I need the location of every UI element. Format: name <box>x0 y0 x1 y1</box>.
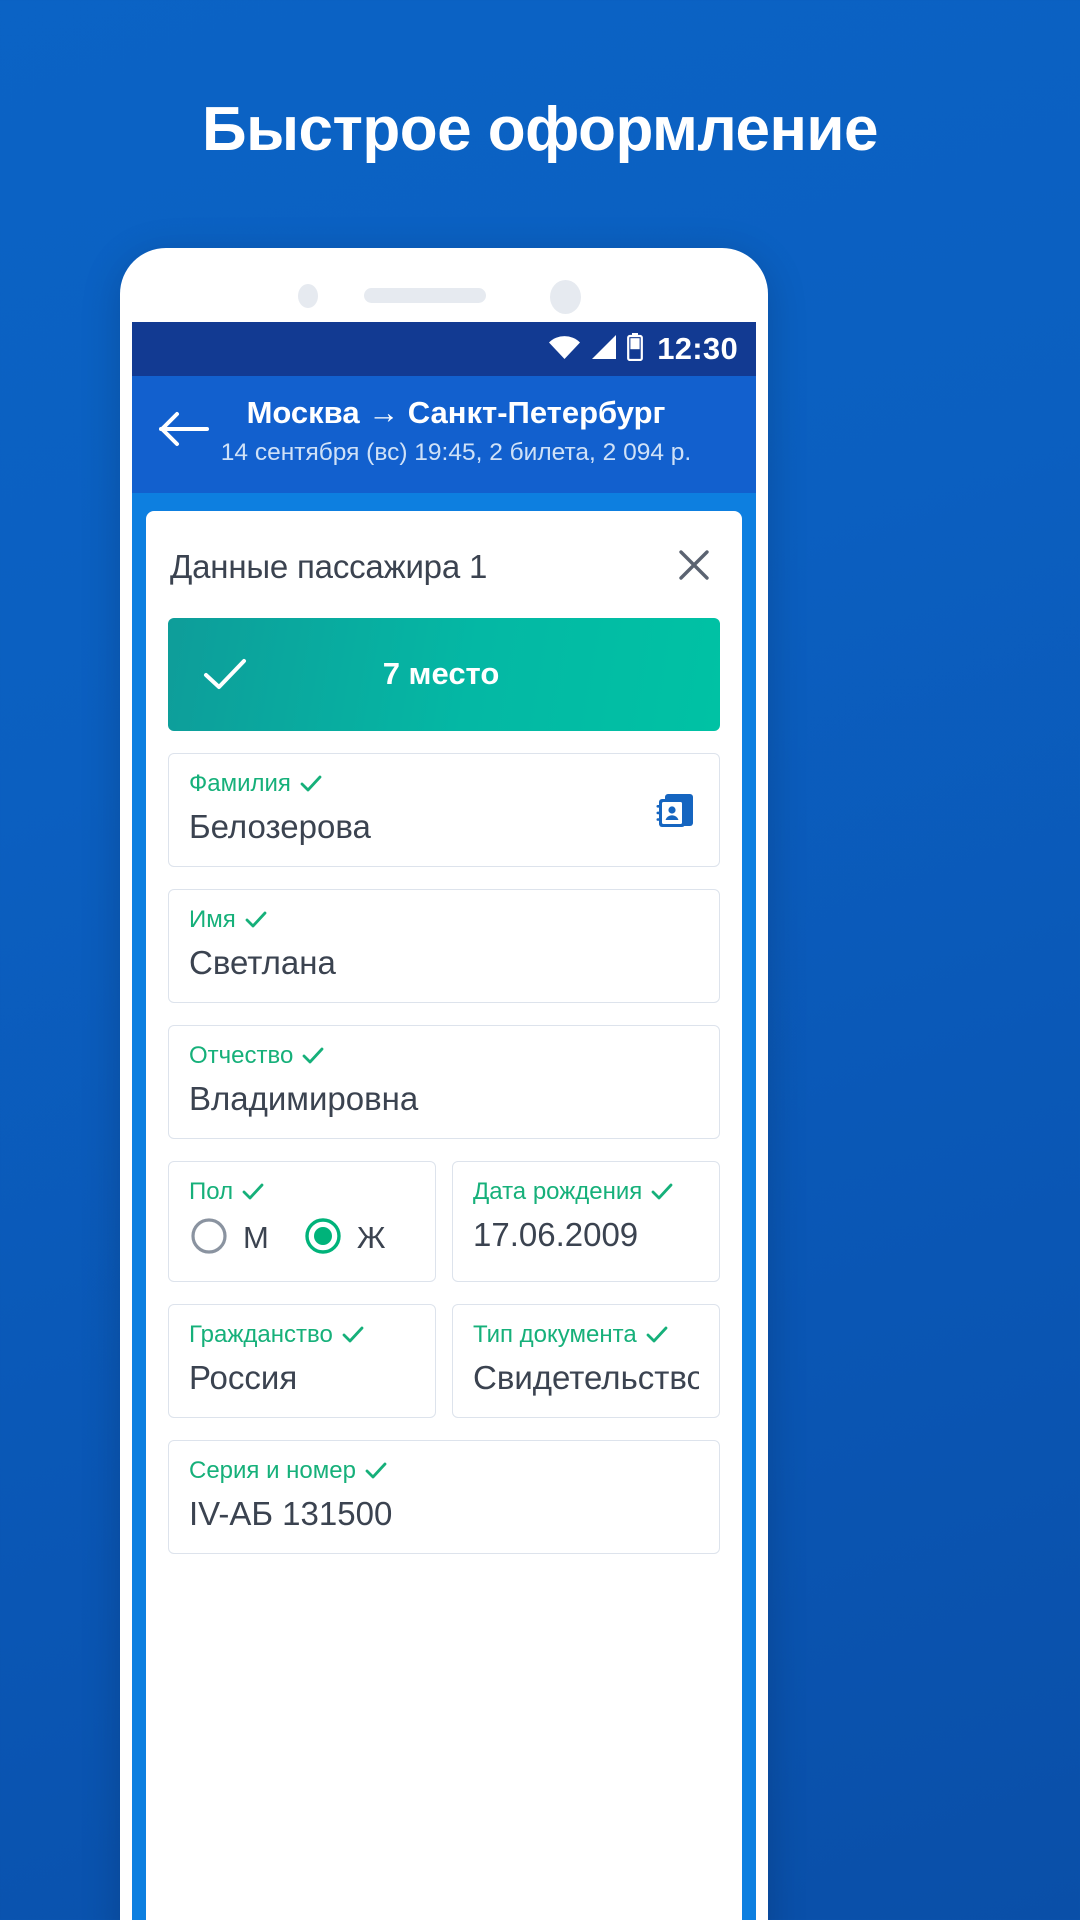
gender-field[interactable]: Пол М Ж <box>168 1160 436 1282</box>
document-type-label-row: Тип документа <box>473 1321 699 1349</box>
phone-notch <box>120 248 768 322</box>
gender-label: Пол <box>189 1177 234 1205</box>
front-camera-icon <box>550 280 581 314</box>
seat-button[interactable]: 7 место <box>168 617 720 731</box>
front-sensor-icon <box>298 284 318 308</box>
citizenship-value: Россия <box>189 1358 298 1396</box>
earpiece-speaker <box>364 288 486 303</box>
document-number-label-row: Серия и номер <box>189 1457 699 1485</box>
firstname-label-row: Имя <box>189 906 699 934</box>
surname-label-row: Фамилия <box>189 770 699 798</box>
status-bar-icons <box>548 332 644 366</box>
check-icon <box>302 1047 324 1065</box>
check-icon <box>202 656 248 692</box>
close-button[interactable] <box>670 541 718 594</box>
firstname-value: Светлана <box>189 943 336 981</box>
gender-option-female-label: Ж <box>356 1220 386 1256</box>
passenger-card: Данные пассажира 1 7 место Фамилия Белоз… <box>146 510 742 1920</box>
document-number-value: IV-АБ 131500 <box>189 1494 393 1532</box>
document-type-value: Свидетельство… <box>473 1358 699 1396</box>
check-icon <box>646 1326 668 1344</box>
radio-unchecked-icon <box>189 1216 229 1261</box>
back-button[interactable] <box>152 409 216 454</box>
gender-option-male[interactable]: М <box>189 1216 269 1261</box>
patronymic-field[interactable]: Отчество Владимировна <box>168 1024 720 1139</box>
citizenship-label: Гражданство <box>189 1320 333 1348</box>
seat-button-label: 7 место <box>382 656 500 692</box>
check-icon <box>365 1462 387 1480</box>
document-type-field[interactable]: Тип документа Свидетельство… <box>452 1303 720 1418</box>
battery-icon <box>627 332 644 366</box>
radio-checked-icon <box>303 1216 343 1261</box>
card-title: Данные пассажира 1 <box>170 548 488 586</box>
page-title: Быстрое оформление <box>202 95 879 164</box>
birthdate-field[interactable]: Дата рождения 17.06.2009 <box>452 1160 720 1282</box>
app-bar-titles: Москва → Санкт-Петербург 14 сентября (вс… <box>216 394 736 469</box>
signal-icon <box>590 334 618 365</box>
close-icon <box>674 545 714 590</box>
check-icon <box>342 1326 364 1344</box>
patronymic-label-row: Отчество <box>189 1042 699 1070</box>
phone-screen: 12:30 Москва → Санкт-Петербург 14 сентяб… <box>132 322 756 1920</box>
status-bar-time: 12:30 <box>657 331 738 366</box>
contacts-book-icon[interactable] <box>651 786 699 834</box>
firstname-label: Имя <box>189 905 236 933</box>
gender-radio-group: М Ж <box>189 1216 415 1261</box>
surname-field[interactable]: Фамилия Белозерова <box>168 752 720 867</box>
birthdate-label-row: Дата рождения <box>473 1178 699 1206</box>
document-number-field[interactable]: Серия и номер IV-АБ 131500 <box>168 1439 720 1554</box>
check-icon <box>300 775 322 793</box>
patronymic-label: Отчество <box>189 1041 294 1069</box>
app-bar: Москва → Санкт-Петербург 14 сентября (вс… <box>132 376 756 493</box>
check-icon <box>651 1183 673 1201</box>
gender-option-female[interactable]: Ж <box>303 1216 386 1261</box>
document-number-label: Серия и номер <box>189 1456 356 1484</box>
birthdate-label: Дата рождения <box>473 1177 643 1205</box>
surname-value: Белозерова <box>189 807 371 845</box>
route-subtitle: 14 сентября (вс) 19:45, 2 билета, 2 094 … <box>220 438 692 466</box>
gender-birthdate-row: Пол М Ж Дата рождения 17.06.2009 <box>168 1139 720 1282</box>
check-icon <box>245 911 267 929</box>
phone-mockup: 12:30 Москва → Санкт-Петербург 14 сентяб… <box>120 248 768 1920</box>
gender-label-row: Пол <box>189 1178 415 1206</box>
route-title: Москва → Санкт-Петербург <box>246 395 666 430</box>
birthdate-value: 17.06.2009 <box>473 1215 639 1253</box>
gender-option-male-label: М <box>243 1220 269 1256</box>
citizenship-label-row: Гражданство <box>189 1321 415 1349</box>
firstname-field[interactable]: Имя Светлана <box>168 888 720 1003</box>
surname-label: Фамилия <box>189 769 291 797</box>
check-icon <box>242 1183 264 1201</box>
status-bar: 12:30 <box>132 322 756 376</box>
card-header: Данные пассажира 1 <box>168 537 720 594</box>
document-type-label: Тип документа <box>473 1320 637 1348</box>
wifi-icon <box>548 334 581 365</box>
patronymic-value: Владимировна <box>189 1079 419 1117</box>
citizenship-document-row: Гражданство Россия Тип документа Свидете… <box>168 1282 720 1418</box>
arrow-left-icon <box>158 409 210 454</box>
citizenship-field[interactable]: Гражданство Россия <box>168 1303 436 1418</box>
